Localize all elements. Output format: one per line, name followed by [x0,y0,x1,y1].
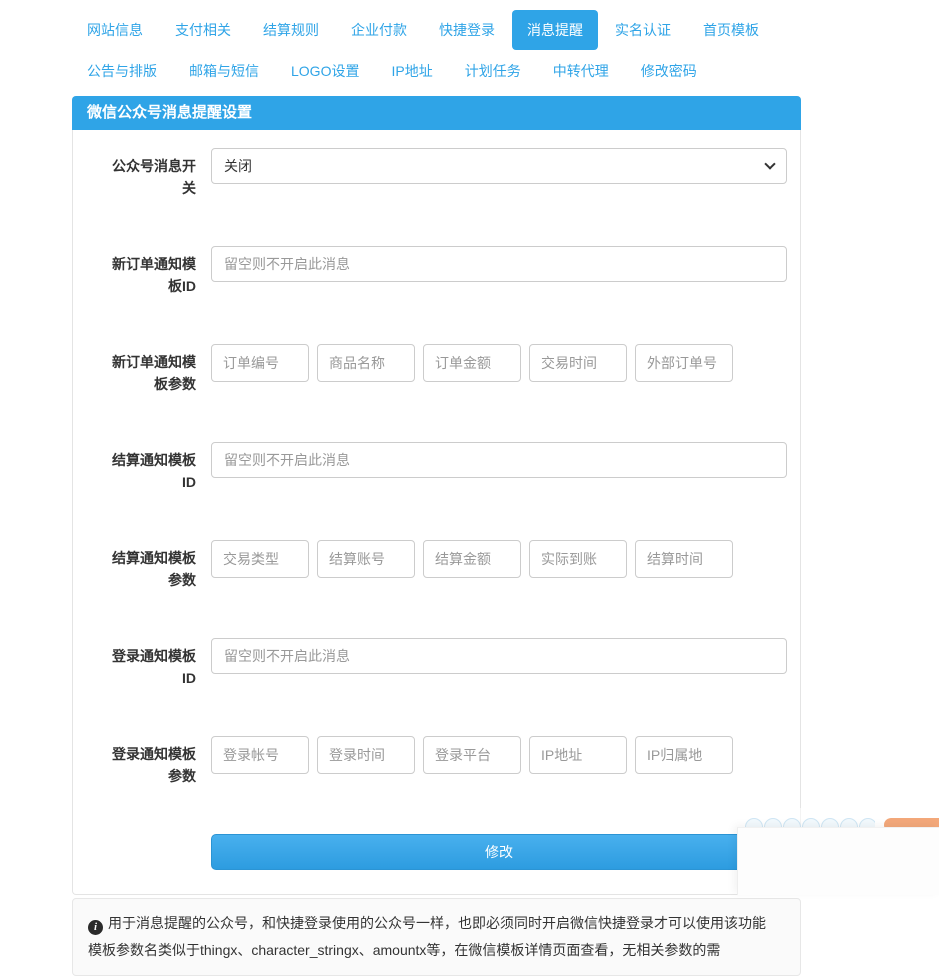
wechat-notify-panel: 微信公众号消息提醒设置 公众号消息开关关闭新订单通知模板ID 新订单通知模板参数结… [72,96,801,895]
nav-tab[interactable]: 中转代理 [538,54,624,88]
save-button[interactable]: 修改 [211,834,787,870]
template-id-input[interactable] [211,246,787,282]
panel-title: 微信公众号消息提醒设置 [72,96,801,130]
field-control [211,540,787,591]
field-control [211,344,787,395]
form-row: 新订单通知模板ID [88,246,787,297]
field-label: 新订单通知模板参数 [112,354,196,392]
param-input[interactable] [211,736,309,774]
nav-tab[interactable]: IP地址 [376,54,447,88]
param-input[interactable] [317,540,415,578]
nav-tab[interactable]: 支付相关 [160,10,246,50]
form-row: 新订单通知模板参数 [88,344,785,395]
field-label: 公众号消息开关 [112,158,196,196]
help-line-text: 模板参数名类似于thingx、character_stringx、amountx… [88,942,721,958]
scallop-icon [745,818,763,827]
field-control [211,638,787,689]
param-input[interactable] [423,540,521,578]
form-row: 结算通知模板参数 [88,540,785,591]
scallop-icon [840,818,858,827]
nav-tab[interactable]: 企业付款 [336,10,422,50]
field-control: 关闭 [211,148,787,199]
scallop-icon [859,818,875,827]
help-line-text: 用于消息提醒的公众号，和快捷登录使用的公众号一样，也即必须同时开启微信快捷登录才… [108,915,766,931]
settings-form: 公众号消息开关关闭新订单通知模板ID 新订单通知模板参数结算通知模板ID 结算通知模… [73,130,800,894]
field-control [211,442,787,493]
tab-bar-primary: 网站信息 支付相关 结算规则 企业付款 快捷登录 消息提醒 实名认证 首页模板 [72,10,801,50]
field-control: 修改 [211,834,787,870]
scallop-icon [821,818,839,827]
message-switch-select[interactable]: 关闭 [211,148,787,184]
help-note: i 用于消息提醒的公众号，和快捷登录使用的公众号一样，也即必须同时开启微信快捷登录… [72,898,801,976]
param-input[interactable] [211,344,309,382]
nav-tab[interactable]: 公告与排版 [72,54,172,88]
template-id-input[interactable] [211,638,787,674]
submit-row-spacer [88,834,196,870]
nav-tab[interactable]: 结算规则 [248,10,334,50]
param-input[interactable] [635,344,733,382]
form-row: 登录通知模板参数 [88,736,785,787]
field-label: 新订单通知模板ID [112,256,196,294]
nav-tab[interactable]: 修改密码 [626,54,712,88]
field-label: 结算通知模板参数 [112,550,196,588]
field-control [211,736,787,787]
param-input[interactable] [211,540,309,578]
tab-bar-secondary: 公告与排版 邮箱与短信 LOGO设置 IP地址 计划任务 中转代理 修改密码 [72,54,801,88]
param-input[interactable] [423,736,521,774]
param-input[interactable] [317,344,415,382]
form-row: 登录通知模板ID [88,638,787,689]
param-input[interactable] [635,736,733,774]
scallop-icon [783,818,801,827]
scallop-icon [764,818,782,827]
page: 网站信息 支付相关 结算规则 企业付款 快捷登录 消息提醒 实名认证 首页模板 公告与排版 邮箱… [72,0,801,895]
nav-tab[interactable]: 计划任务 [450,54,536,88]
param-input[interactable] [529,344,627,382]
field-control [211,246,787,297]
param-input[interactable] [529,540,627,578]
param-input[interactable] [423,344,521,382]
param-input[interactable] [529,736,627,774]
form-row: 公众号消息开关 关闭 [88,148,787,199]
nav-tab[interactable]: 实名认证 [600,10,686,50]
field-label: 结算通知模板ID [112,452,196,490]
nav-tab-active[interactable]: 消息提醒 [512,10,598,50]
help-line: 模板参数名类似于thingx、character_stringx、amountx… [88,937,785,964]
scallop-icon [802,818,820,827]
field-label: 登录通知模板ID [112,648,196,686]
submit-row: 修改 [88,834,787,870]
nav-tab[interactable]: 首页模板 [688,10,774,50]
form-row: 结算通知模板ID [88,442,787,493]
nav-tab[interactable]: 邮箱与短信 [174,54,274,88]
template-id-input[interactable] [211,442,787,478]
param-input[interactable] [635,540,733,578]
settings-nav: 网站信息 支付相关 结算规则 企业付款 快捷登录 消息提醒 实名认证 首页模板 公告与排版 邮箱… [72,10,801,88]
nav-tab[interactable]: 网站信息 [72,10,158,50]
info-circle-icon: i [88,920,103,935]
field-label: 登录通知模板参数 [112,746,196,784]
help-line: i 用于消息提醒的公众号，和快捷登录使用的公众号一样，也即必须同时开启微信快捷登录… [88,910,785,937]
param-input[interactable] [317,736,415,774]
floating-widget-panel [737,827,939,895]
nav-tab[interactable]: 快捷登录 [424,10,510,50]
nav-tab[interactable]: LOGO设置 [276,54,374,88]
scallop-decoration [745,818,875,827]
